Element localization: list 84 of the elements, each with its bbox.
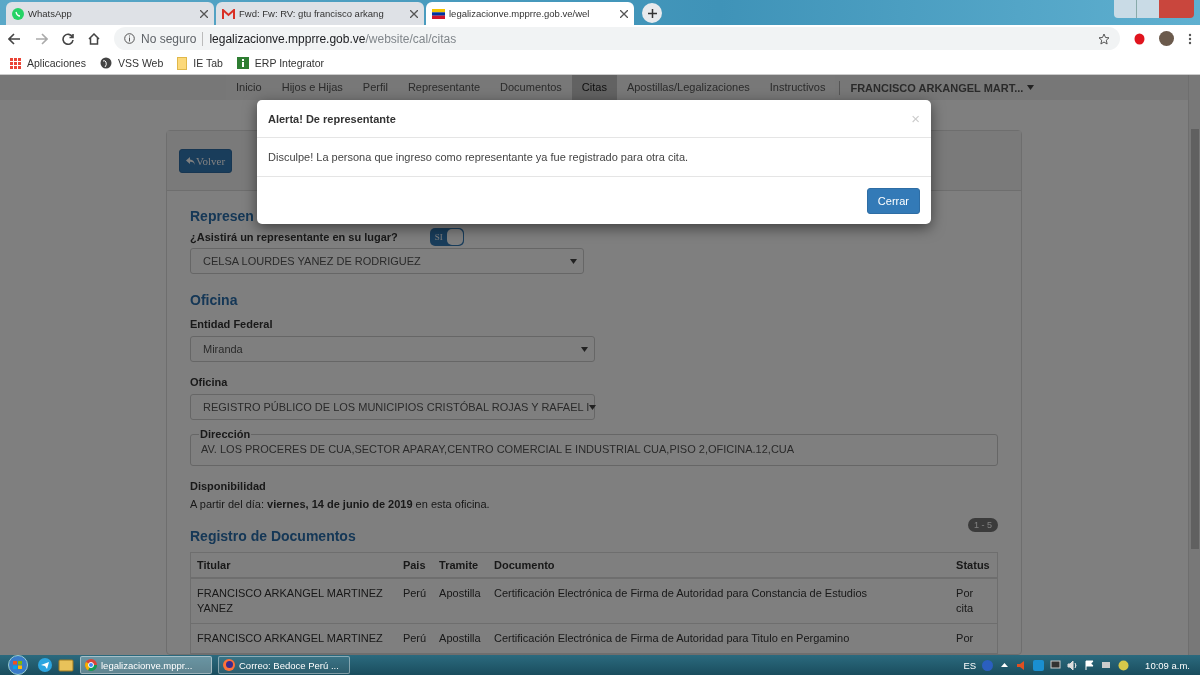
- field-label: ¿Asistirá un representante en su lugar?: [190, 231, 398, 243]
- grid-icon: [10, 57, 21, 69]
- table-cell: Apostilla: [433, 578, 489, 624]
- reply-arrow-icon: [186, 156, 195, 165]
- field-label: Dirección: [199, 428, 252, 440]
- new-tab-button[interactable]: [642, 3, 662, 23]
- menu-icon[interactable]: [1188, 32, 1192, 45]
- caret-icon: [570, 258, 577, 264]
- table-cell: Certificación Electrónica de Firma de Autoridad para Titulo en Pergamino: [488, 623, 951, 654]
- info-icon: [124, 33, 135, 44]
- back-icon[interactable]: [8, 32, 21, 45]
- url-text: legalizacionve.mpprre.gob.ve/website/cal/citas: [209, 31, 457, 46]
- address-text: AV. LOS PROCERES DE CUA,SECTOR APARAY,CENTRO COMERCIAL E INDUSTRIAL CUA,PISO 2,OFICINA.12,CUA: [201, 443, 795, 455]
- address-bar[interactable]: No seguro legalizacionve.mpprre.gob.ve/website/cal/citas: [114, 27, 1120, 50]
- caret-icon: [1027, 85, 1035, 90]
- table-cell: Perú: [396, 578, 434, 624]
- browser-icon: [85, 659, 97, 671]
- avatar-icon[interactable]: [1159, 31, 1174, 46]
- globe-icon: [99, 57, 112, 69]
- field-label: Entidad Federal: [190, 318, 274, 330]
- select-field[interactable]: CELSA LOURDES YANEZ DE RODRIGUEZ: [190, 248, 584, 274]
- scrollbar[interactable]: [1188, 75, 1200, 655]
- caret-icon: [581, 346, 588, 352]
- taskbar-window-button[interactable]: Correo: Bedoce Perú ...: [218, 656, 350, 674]
- window-controls[interactable]: [1114, 0, 1194, 18]
- table-cell: Perú: [396, 623, 434, 654]
- browser-tab[interactable]: Fwd: Fw: RV: gtu francisco arkang: [216, 2, 424, 25]
- folder-icon: [177, 56, 188, 70]
- section-heading: Oficina: [190, 292, 239, 308]
- security-label: No seguro: [141, 31, 204, 46]
- network-icon[interactable]: [1101, 659, 1113, 671]
- plus-icon: [647, 8, 657, 18]
- section-heading: Registro de Documentos: [190, 528, 356, 544]
- clock-app-icon[interactable]: [1118, 659, 1130, 671]
- column-header: Status: [950, 552, 998, 578]
- envelope-icon: [222, 8, 235, 19]
- flag-icon: [432, 8, 445, 19]
- table-cell: Apostilla: [433, 623, 489, 654]
- bookmark[interactable]: VSS Web: [99, 57, 164, 69]
- browser-tab[interactable]: legalizacionve.mpprre.gob.ve/wel: [426, 2, 634, 25]
- field-label: Disponibilidad: [190, 480, 267, 492]
- language-indicator[interactable]: ES: [963, 659, 977, 671]
- dialog-message: Disculpe! La persona que ingreso como representante ya fue registrado para otra cita.: [268, 151, 689, 163]
- section-heading: Represen: [190, 208, 255, 224]
- table-cell: FRANCISCO ARKANGEL MARTINEZ: [190, 623, 397, 654]
- bookmark[interactable]: IE Tab: [177, 56, 223, 70]
- table-cell: Por: [950, 623, 998, 654]
- monitor-icon[interactable]: [1050, 659, 1062, 671]
- close-icon[interactable]: [200, 9, 208, 18]
- home-icon[interactable]: [88, 32, 100, 45]
- availability-text: A partir del día: viernes, 14 de junio de 2019 en esta oficina.: [190, 498, 491, 510]
- column-header: Tramite: [433, 552, 489, 578]
- column-header: Titular: [190, 552, 397, 578]
- reload-icon[interactable]: [62, 32, 74, 45]
- table-cell: FRANCISCO ARKANGEL MARTINEZ YANEZ: [190, 578, 397, 624]
- info-icon: [236, 57, 249, 69]
- clock-time[interactable]: 10:09 a.m.: [1145, 659, 1190, 671]
- field-label: Oficina: [190, 376, 229, 388]
- dialog-title: Alerta! De representante: [268, 112, 396, 125]
- table-cell: Por cita: [950, 578, 998, 624]
- bookmark[interactable]: ERP Integrator: [236, 57, 325, 69]
- column-header: Pais: [396, 552, 434, 578]
- close-icon[interactable]: [410, 9, 418, 18]
- column-header: Documento: [488, 552, 951, 578]
- select-field[interactable]: Miranda: [190, 336, 595, 362]
- bookmark[interactable]: Aplicaciones: [10, 57, 86, 69]
- flag-icon[interactable]: [1084, 659, 1096, 671]
- close-dialog-button[interactable]: Cerrar: [866, 187, 920, 214]
- nav-link[interactable]: Citas: [571, 75, 617, 100]
- taskbar-window-button[interactable]: legalizacionve.mppr...: [80, 656, 212, 674]
- user-menu[interactable]: FRANCISCO ARKANGEL MART...: [839, 80, 1045, 95]
- back-button[interactable]: Volver: [179, 148, 233, 173]
- select-field[interactable]: REGISTRO PÚBLICO DE LOS MUNICIPIOS CRISTÓBAL ROJAS Y RAFAEL I: [190, 394, 595, 420]
- volume-icon[interactable]: [1067, 659, 1079, 671]
- toggle-switch[interactable]: SI: [429, 228, 464, 246]
- table-cell: Certificación Electrónica de Firma de Autoridad para Constancia de Estudios: [488, 578, 951, 624]
- caret-icon: [589, 404, 597, 410]
- close-icon[interactable]: [620, 9, 628, 18]
- fox-globe-icon: [223, 659, 235, 671]
- chat-bubble-icon: [12, 7, 24, 20]
- browser-tab[interactable]: WhatsApp: [6, 2, 214, 25]
- paper-plane-icon[interactable]: [38, 658, 52, 672]
- star-icon[interactable]: [1098, 32, 1110, 45]
- folder-icon[interactable]: [58, 658, 74, 672]
